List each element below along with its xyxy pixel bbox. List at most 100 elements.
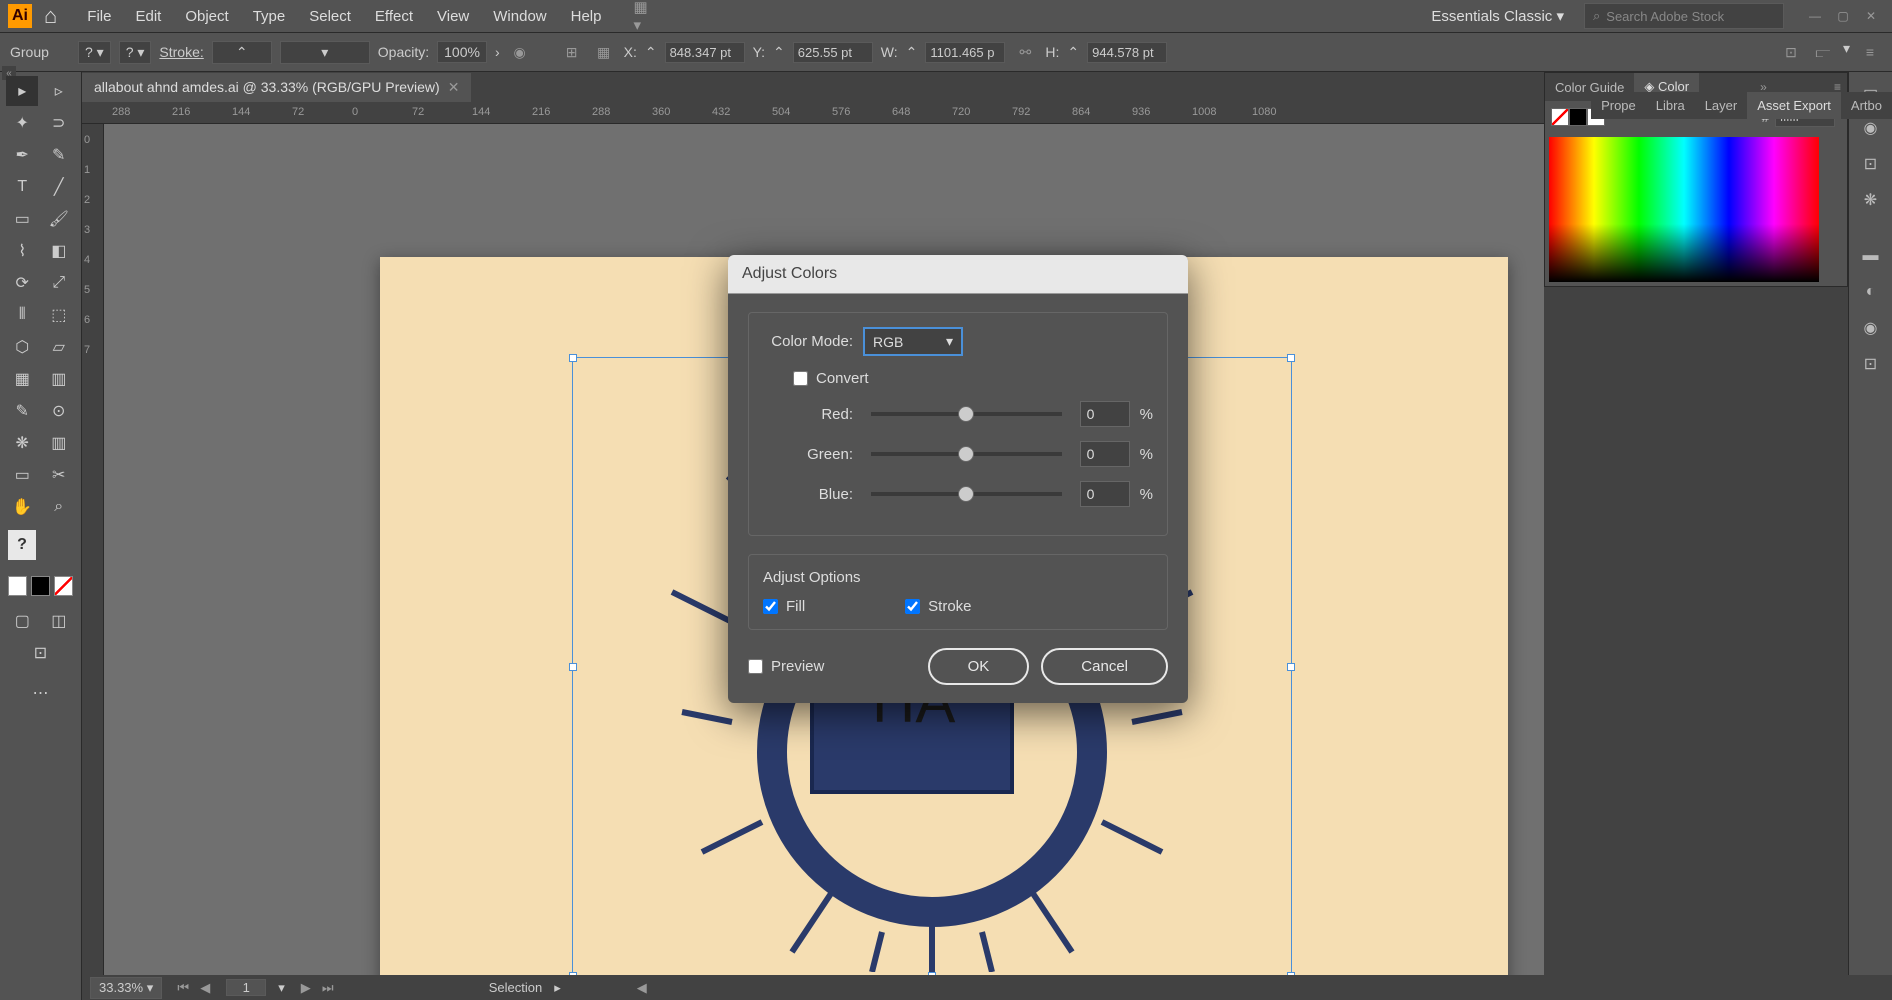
menu-object[interactable]: Object (173, 8, 240, 25)
x-stepper-icon[interactable]: ⌃ (645, 44, 657, 61)
stroke-checkbox-input[interactable] (905, 599, 920, 614)
menu-select[interactable]: Select (297, 8, 363, 25)
menu-effect[interactable]: Effect (363, 8, 425, 25)
hand-tool[interactable]: ✋ (6, 492, 38, 522)
artboard-number-input[interactable]: 1 (226, 979, 266, 996)
gradient-icon[interactable]: ◐ (1855, 278, 1887, 306)
opacity-arrow-icon[interactable]: › (495, 44, 500, 60)
color-spectrum[interactable] (1549, 137, 1819, 282)
black-swatch[interactable] (1569, 108, 1587, 126)
next-artboard-icon[interactable]: ▶ (297, 979, 315, 997)
chevron-down-icon[interactable]: ▾ (1843, 40, 1850, 64)
direct-selection-tool[interactable]: ▹ (43, 76, 75, 106)
stroke-dropdown[interactable]: ? ▾ (119, 41, 152, 64)
preview-checkbox[interactable]: Preview (748, 658, 824, 675)
gradient-tool[interactable]: ▥ (43, 364, 75, 394)
fill-checkbox[interactable]: Fill (763, 598, 805, 615)
draw-mode-normal-icon[interactable]: ▢ (6, 606, 38, 636)
transparency-icon[interactable]: ◉ (1855, 314, 1887, 342)
graph-tool[interactable]: ▥ (43, 428, 75, 458)
preview-checkbox-input[interactable] (748, 659, 763, 674)
free-transform-tool[interactable]: ⬚ (43, 300, 75, 330)
color-mode-dropdown[interactable]: RGB▾ (863, 327, 963, 356)
convert-checkbox-input[interactable] (793, 371, 808, 386)
artboard-dropdown-icon[interactable]: ▾ (278, 980, 285, 996)
green-input[interactable] (1080, 441, 1130, 467)
close-icon[interactable]: ✕ (1858, 6, 1884, 26)
stroke-weight-dropdown[interactable]: ⌃ (212, 41, 272, 64)
blue-input[interactable] (1080, 481, 1130, 507)
prev-artboard-icon[interactable]: ◀ (196, 979, 214, 997)
rectangle-tool[interactable]: ▭ (6, 204, 38, 234)
draw-mode-behind-icon[interactable]: ◫ (43, 606, 75, 636)
width-tool[interactable]: ⫴ (6, 300, 38, 330)
home-icon[interactable]: ⌂ (44, 3, 57, 29)
menu-type[interactable]: Type (241, 8, 298, 25)
recolor-icon[interactable]: ◉ (508, 40, 532, 64)
first-artboard-icon[interactable]: ⏮ (174, 979, 192, 997)
h-input[interactable]: 944.578 pt (1087, 42, 1167, 63)
link-wh-icon[interactable]: ⚯ (1013, 40, 1037, 64)
blend-tool[interactable]: ⊙ (43, 396, 75, 426)
convert-checkbox[interactable]: Convert (793, 370, 869, 387)
search-input[interactable]: ⌕ Search Adobe Stock (1584, 3, 1784, 29)
last-artboard-icon[interactable]: ⏭ (319, 979, 337, 997)
fill-dropdown[interactable]: ? ▾ (78, 41, 111, 64)
slice-tool[interactable]: ✂ (43, 460, 75, 490)
type-tool[interactable]: T (6, 172, 38, 202)
menu-window[interactable]: Window (481, 8, 558, 25)
minimize-icon[interactable]: — (1802, 6, 1828, 26)
symbol-sprayer-tool[interactable]: ❋ (6, 428, 38, 458)
scroll-left-icon[interactable]: ◀ (633, 979, 651, 997)
zoom-dropdown[interactable]: 33.33% ▾ (90, 977, 162, 999)
slider-thumb[interactable] (958, 486, 974, 502)
workspace-dropdown[interactable]: Essentials Classic ▾ (1421, 3, 1574, 29)
cancel-button[interactable]: Cancel (1041, 648, 1168, 685)
artboard-tool[interactable]: ▭ (6, 460, 38, 490)
screen-mode-icon[interactable]: ⊡ (25, 638, 57, 668)
selection-handle[interactable] (1287, 663, 1295, 671)
menu-edit[interactable]: Edit (123, 8, 173, 25)
tab-layers[interactable]: Layer (1695, 92, 1748, 119)
slider-thumb[interactable] (958, 446, 974, 462)
h-stepper-icon[interactable]: ⌃ (1067, 44, 1079, 61)
rotate-tool[interactable]: ⟳ (6, 268, 38, 298)
tab-close-icon[interactable]: ✕ (448, 79, 460, 96)
zoom-tool[interactable]: ⌕ (43, 492, 75, 522)
shape-builder-tool[interactable]: ⬡ (6, 332, 38, 362)
blue-slider[interactable] (871, 492, 1062, 496)
pen-tool[interactable]: ✒ (6, 140, 38, 170)
panel-menu-icon[interactable]: ≡ (1858, 40, 1882, 64)
fill-checkbox-input[interactable] (763, 599, 778, 614)
green-slider[interactable] (871, 452, 1062, 456)
shaper-tool[interactable]: ⌇ (6, 236, 38, 266)
tab-properties[interactable]: Prope (1591, 92, 1646, 119)
scale-tool[interactable]: ⤢ (43, 268, 75, 298)
stroke-swatch[interactable] (31, 576, 50, 596)
document-tab[interactable]: allabout ahnd amdes.ai @ 33.33% (RGB/GPU… (82, 73, 471, 102)
maximize-icon[interactable]: ▢ (1830, 6, 1856, 26)
selection-handle[interactable] (569, 663, 577, 671)
appearance-icon[interactable]: ⊡ (1855, 350, 1887, 378)
align-icon[interactable]: ⊞ (560, 40, 584, 64)
stroke-icon[interactable]: ▬ (1855, 242, 1887, 270)
curvature-tool[interactable]: ✎ (43, 140, 75, 170)
tab-artboards[interactable]: Artbo (1841, 92, 1892, 119)
menu-view[interactable]: View (425, 8, 481, 25)
brushes-icon[interactable]: ⊡ (1855, 150, 1887, 178)
stroke-checkbox[interactable]: Stroke (905, 598, 971, 615)
symbols-icon[interactable]: ❋ (1855, 186, 1887, 214)
opacity-input[interactable]: 100% (437, 41, 487, 63)
none-swatch[interactable] (54, 576, 73, 596)
w-input[interactable]: 1101.465 p (925, 42, 1005, 63)
w-stepper-icon[interactable]: ⌃ (906, 44, 918, 61)
none-color-swatch[interactable] (1551, 108, 1569, 126)
help-button[interactable]: ? (8, 530, 36, 560)
selection-tool[interactable]: ▸ (6, 76, 38, 106)
fill-stroke-swatches[interactable] (4, 572, 77, 600)
tab-libraries[interactable]: Libra (1646, 92, 1695, 119)
arrange-docs-icon[interactable]: ▦ ▾ (633, 4, 657, 28)
selection-handle[interactable] (1287, 354, 1295, 362)
red-input[interactable] (1080, 401, 1130, 427)
lasso-tool[interactable]: ⊃ (43, 108, 75, 138)
